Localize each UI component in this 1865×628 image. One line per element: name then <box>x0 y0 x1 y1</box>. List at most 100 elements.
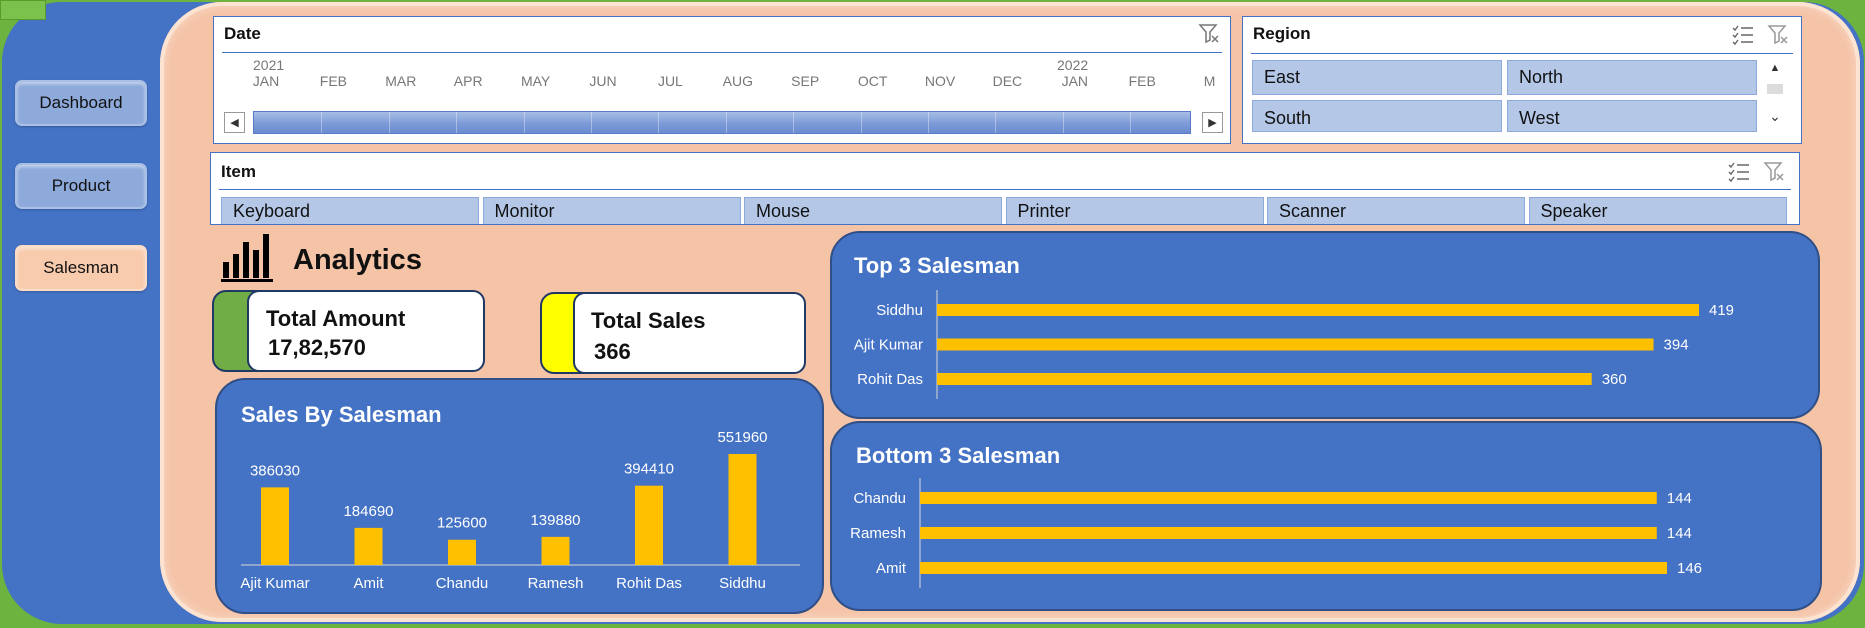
timeline-month-divider <box>523 112 525 133</box>
data-label: 146 <box>1677 560 1702 577</box>
region-item-east[interactable]: East <box>1252 60 1502 95</box>
bottom-3-salesman-chart: Chandu 144 Ramesh 144 Amit 146 <box>850 478 1702 588</box>
region-item-north[interactable]: North <box>1507 60 1757 95</box>
nav-button-salesman[interactable]: Salesman <box>15 245 147 291</box>
date-slicer-title: Date <box>224 24 261 43</box>
category-label: Amit <box>354 575 385 592</box>
timeline-month-divider <box>456 112 458 133</box>
timeline-month-label[interactable]: MAR <box>385 73 416 89</box>
bar-rohit-das <box>937 373 1592 385</box>
region-item-south[interactable]: South <box>1252 100 1502 132</box>
data-label: 360 <box>1602 371 1627 388</box>
bar-ajit-kumar <box>261 487 289 565</box>
bar-amit <box>354 527 383 565</box>
timeline-month-label[interactable]: SEP <box>791 73 819 89</box>
data-label: 184690 <box>343 503 393 520</box>
data-label: 125600 <box>437 515 487 532</box>
category-label: Chandu <box>853 490 906 507</box>
region-item-west[interactable]: West <box>1507 100 1757 132</box>
kpi-value: 17,82,570 <box>268 335 366 360</box>
item-chip-monitor[interactable]: Monitor <box>482 197 741 224</box>
timeline-month-label[interactable]: AUG <box>723 73 753 89</box>
slicer-divider <box>222 52 1222 53</box>
timeline-month-divider <box>995 112 997 133</box>
category-label: Ajit Kumar <box>240 575 309 592</box>
data-label: 551960 <box>717 429 767 446</box>
timeline-month-divider <box>321 112 323 133</box>
category-label: Rohit Das <box>616 575 682 592</box>
timeline-month-label[interactable]: JAN <box>1062 73 1088 89</box>
slicer-divider <box>1251 53 1793 54</box>
bar-chandu <box>920 492 1657 504</box>
analytics-title: Analytics <box>293 244 422 276</box>
sales-by-salesman-chart: 386030 Ajit Kumar 184690 Amit 125600 Chandu 13… <box>240 429 800 592</box>
category-label: Siddhu <box>719 575 766 592</box>
multi-select-icon[interactable] <box>1730 24 1756 48</box>
timeline-month-label[interactable]: FEB <box>1129 73 1156 89</box>
item-chip-speaker[interactable]: Speaker <box>1528 197 1787 224</box>
timeline-month-label[interactable]: NOV <box>925 73 955 89</box>
timeline-month-divider <box>591 112 592 133</box>
timeline-month-label[interactable]: JAN <box>253 73 279 89</box>
timeline-scroll-left[interactable]: ◀ <box>224 112 245 133</box>
bar-chart-icon <box>221 232 277 284</box>
filter-clear-icon[interactable] <box>1761 161 1787 185</box>
bar-siddhu <box>728 454 757 565</box>
window-tab <box>0 0 46 20</box>
bar-siddhu <box>937 304 1699 316</box>
timeline-scroll-right[interactable]: ▶ <box>1202 112 1223 133</box>
kpi-label: Total Sales <box>591 308 706 333</box>
timeline-month-divider <box>725 112 727 133</box>
top-3-salesman-chart: Siddhu 419 Ajit Kumar 394 Rohit Das 360 <box>854 290 1734 399</box>
timeline-month-label[interactable]: FEB <box>320 73 347 89</box>
category-label: Chandu <box>436 575 489 592</box>
data-label: 144 <box>1667 490 1692 507</box>
data-label: 144 <box>1667 525 1692 542</box>
timeline-year: 2022 <box>1057 57 1089 73</box>
timeline-month-label[interactable]: APR <box>454 73 483 89</box>
scrollbar-thumb[interactable] <box>1767 84 1783 94</box>
nav-button-dashboard[interactable]: Dashboard <box>15 80 147 126</box>
category-label: Amit <box>876 560 907 577</box>
scroll-up-icon[interactable]: ▲ <box>1764 62 1786 74</box>
top-3-salesman-card: Top 3 Salesman Siddhu 419 Ajit Kumar 394 Roh… <box>830 231 1820 419</box>
timeline-month-divider <box>388 112 390 133</box>
nav-button-product[interactable]: Product <box>15 163 147 209</box>
data-label: 139880 <box>530 512 580 529</box>
timeline-month-label[interactable]: M <box>1204 73 1216 89</box>
timeline-month-divider <box>658 112 660 133</box>
slicer-divider <box>219 189 1791 190</box>
filter-clear-icon[interactable] <box>1765 24 1791 48</box>
item-chip-keyboard[interactable]: Keyboard <box>221 197 479 224</box>
bar-ramesh <box>541 536 570 565</box>
timeline-month-label[interactable]: JUL <box>658 73 683 89</box>
timeline-month-label[interactable]: DEC <box>993 73 1023 89</box>
bar-amit <box>920 562 1667 574</box>
filter-clear-icon[interactable] <box>1196 23 1222 47</box>
item-chip-scanner[interactable]: Scanner <box>1267 197 1525 224</box>
timeline-month-label[interactable]: MAY <box>521 73 550 89</box>
scroll-down-icon[interactable]: ⌄ <box>1764 108 1786 125</box>
region-scrollbar[interactable]: ▲ ⌄ <box>1764 60 1786 130</box>
category-label: Siddhu <box>876 302 923 319</box>
item-slicer: Item Keyboard Monitor Mouse Printer Scanner S… <box>210 152 1800 225</box>
multi-select-icon[interactable] <box>1726 161 1752 185</box>
timeline-month-divider <box>928 112 929 133</box>
item-chip-mouse[interactable]: Mouse <box>744 197 1002 224</box>
timeline-month-label[interactable]: OCT <box>858 73 888 89</box>
category-label: Ramesh <box>528 575 584 592</box>
bar-ramesh <box>920 527 1657 539</box>
kpi-value: 366 <box>594 339 631 364</box>
sales-by-salesman-card: Sales By Salesman 386030 Ajit Kumar 184690… <box>215 378 824 614</box>
data-label: 386030 <box>250 462 300 479</box>
timeline-month-divider <box>860 112 862 133</box>
timeline-month-label[interactable]: JUN <box>589 73 616 89</box>
kpi-label: Total Amount <box>266 306 406 331</box>
bottom-3-salesman-card: Bottom 3 Salesman Chandu 144 Ramesh 144 Amit… <box>830 421 1822 611</box>
data-label: 394410 <box>624 461 674 478</box>
region-slicer-title: Region <box>1253 24 1311 43</box>
item-chip-printer[interactable]: Printer <box>1005 197 1264 224</box>
timeline-selection-bar[interactable] <box>253 111 1191 134</box>
data-label: 394 <box>1664 337 1689 354</box>
data-label: 419 <box>1709 302 1734 319</box>
